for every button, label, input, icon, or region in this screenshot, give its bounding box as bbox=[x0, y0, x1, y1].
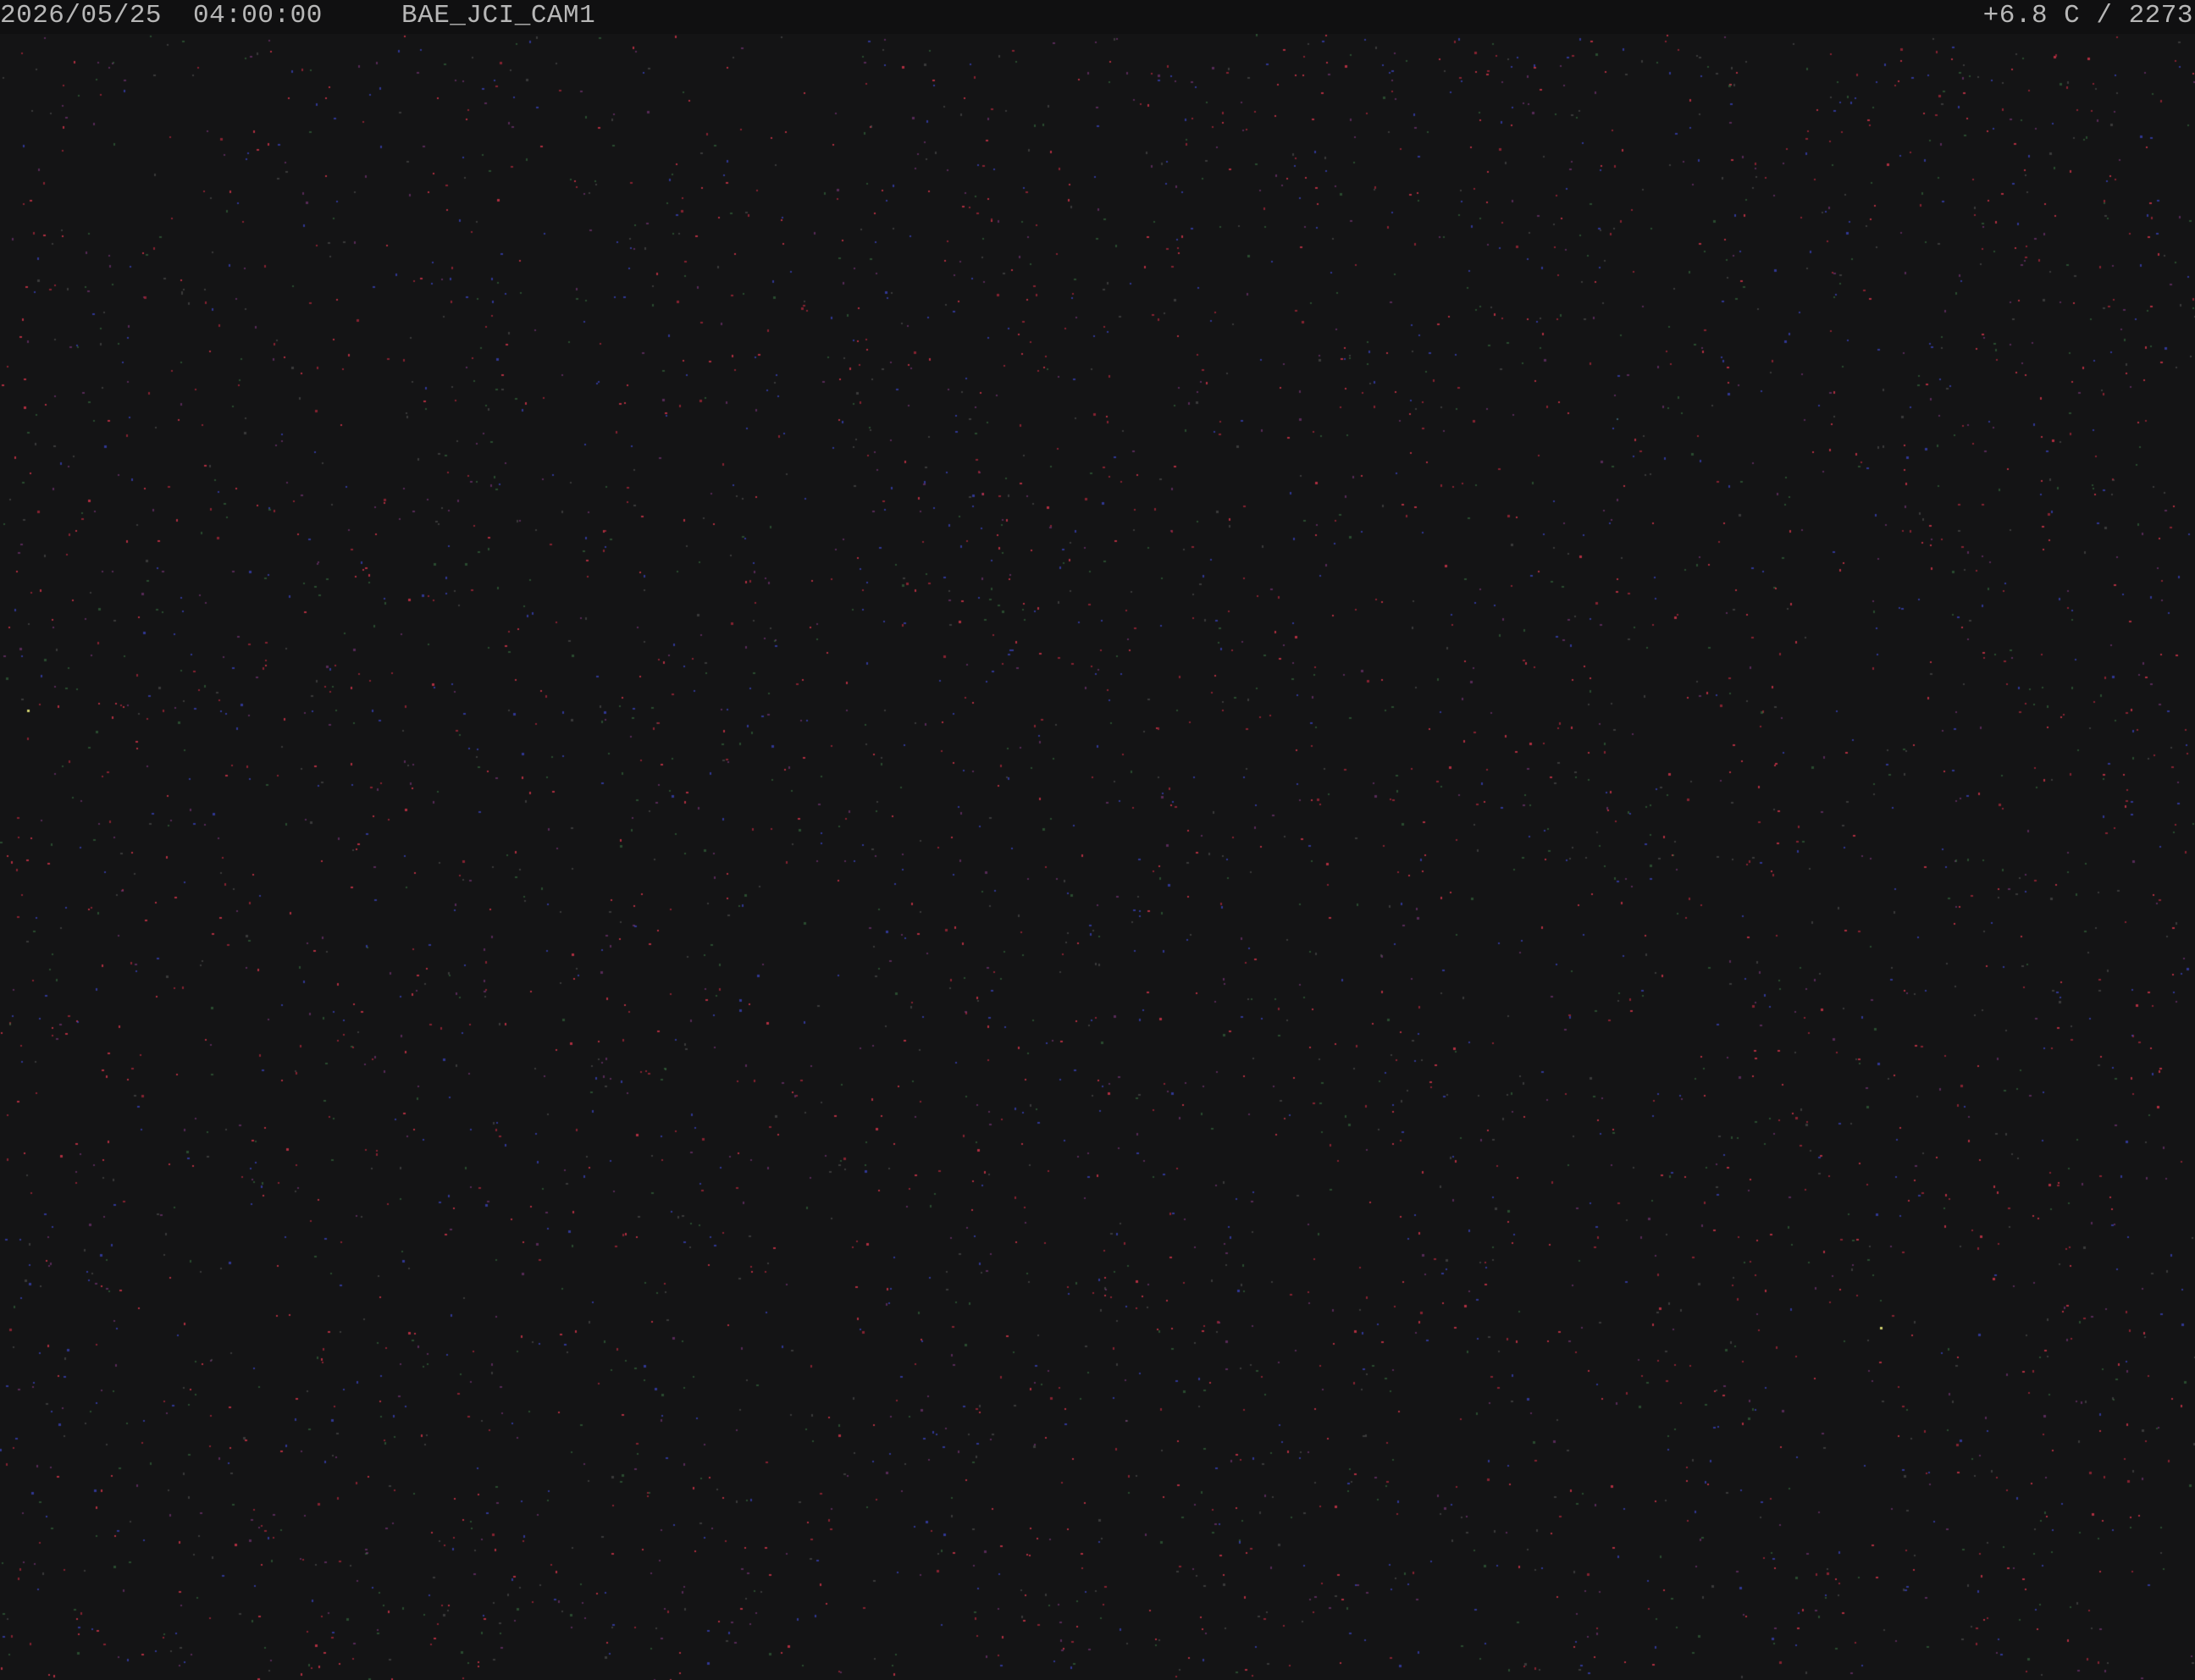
camera-frame: 2026/05/25 04:00:00 BAE_JCI_CAM1 +6.8 C … bbox=[0, 0, 2195, 1680]
osd-camera-id: BAE_JCI_CAM1 bbox=[401, 1, 596, 30]
osd-date: 2026/05/25 bbox=[0, 1, 163, 30]
osd-overlay-bar bbox=[0, 0, 2195, 34]
night-sky-image bbox=[0, 0, 2195, 1680]
osd-temperature-readout: +6.8 C / 2273 bbox=[1982, 1, 2193, 30]
osd-time: 04:00:00 bbox=[193, 1, 323, 30]
